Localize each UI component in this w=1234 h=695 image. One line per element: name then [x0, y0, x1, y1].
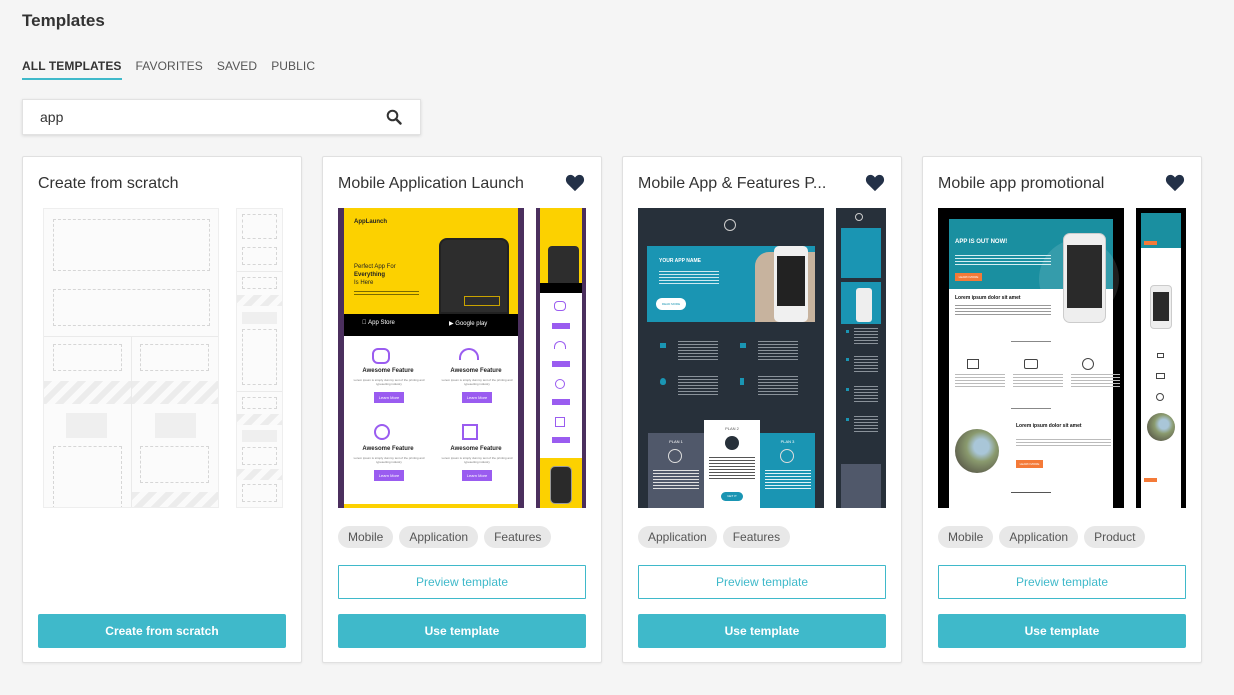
favorite-heart-icon[interactable]	[565, 174, 585, 192]
tag: Application	[399, 526, 479, 548]
preview-template-button[interactable]: Preview template	[338, 565, 586, 599]
card-title: Mobile app promotional	[938, 175, 1105, 192]
tag-list: Application Features	[638, 526, 791, 548]
favorite-heart-icon[interactable]	[1165, 174, 1185, 192]
template-card-mobile-app-features: Mobile App & Features P... YOUR APP NAME…	[622, 156, 902, 663]
card-title: Mobile Application Launch	[338, 175, 524, 192]
tag: Application	[638, 526, 717, 548]
favorite-heart-icon[interactable]	[865, 174, 885, 192]
scratch-layout-preview	[43, 208, 219, 508]
template-preview-desktop: YOUR APP NAME READ MORE PLAN 1 PLAN 2 GE…	[638, 208, 824, 508]
template-preview-desktop: APP IS OUT NOW! LEARN MORE Lorem ipsum d…	[938, 208, 1124, 508]
tag: Mobile	[938, 526, 994, 548]
template-tabs: ALL TEMPLATES FAVORITES SAVED PUBLIC	[22, 59, 315, 80]
search-input[interactable]	[23, 109, 376, 125]
tab-all-templates[interactable]: ALL TEMPLATES	[22, 59, 122, 80]
tag-list: Mobile Application Product	[938, 526, 1146, 548]
scratch-mobile-preview	[236, 208, 283, 508]
tab-public[interactable]: PUBLIC	[271, 59, 315, 80]
use-template-button[interactable]: Use template	[638, 614, 886, 648]
preview-template-button[interactable]: Preview template	[938, 565, 1186, 599]
search-box	[22, 99, 421, 135]
use-template-button[interactable]: Use template	[338, 614, 586, 648]
preview-template-button[interactable]: Preview template	[638, 565, 886, 599]
template-preview-mobile	[1136, 208, 1186, 508]
tag: Features	[484, 526, 552, 548]
preview-brand: AppLaunch	[354, 219, 387, 225]
template-card-scratch: Create from scratch Create from scratch	[22, 156, 302, 663]
use-template-button[interactable]: Use template	[938, 614, 1186, 648]
template-card-mobile-application-launch: Mobile Application Launch AppLaunch Perf…	[322, 156, 602, 663]
tag: Product	[1084, 526, 1146, 548]
template-preview-mobile	[836, 208, 886, 508]
template-preview-mobile	[536, 208, 586, 508]
template-preview-desktop: AppLaunch Perfect App For Everything Is …	[338, 208, 524, 508]
store-buttons:  App Store ▶ Google play	[344, 314, 518, 336]
tag: Mobile	[338, 526, 394, 548]
page-title: Templates	[22, 11, 105, 30]
tab-saved[interactable]: SAVED	[217, 59, 257, 80]
tab-favorites[interactable]: FAVORITES	[136, 59, 203, 80]
tag-list: Mobile Application Features	[338, 526, 552, 548]
search-icon[interactable]	[376, 100, 412, 134]
card-title: Mobile App & Features P...	[638, 175, 827, 192]
preview-headline: Perfect App For Everything Is Here	[354, 264, 396, 286]
tag: Application	[999, 526, 1079, 548]
card-title: Create from scratch	[38, 175, 179, 192]
template-card-mobile-app-promotional: Mobile app promotional APP IS OUT NOW! L…	[922, 156, 1202, 663]
create-from-scratch-button[interactable]: Create from scratch	[38, 614, 286, 648]
tag: Features	[722, 526, 791, 548]
